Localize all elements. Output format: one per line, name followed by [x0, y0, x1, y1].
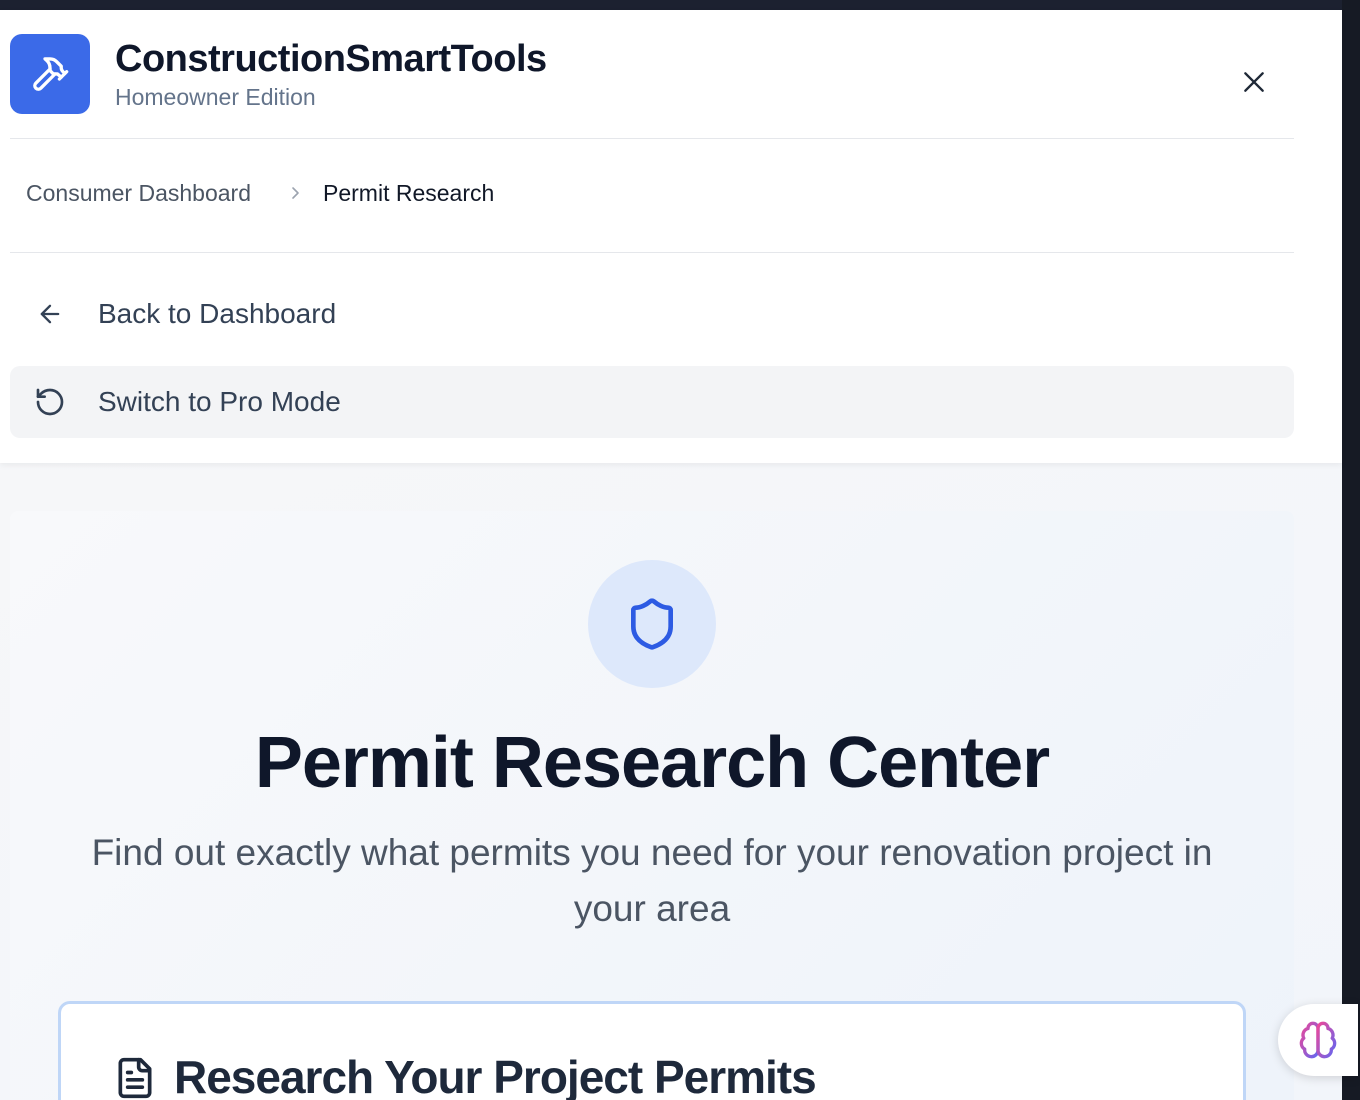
chevron-right-icon — [289, 185, 303, 201]
document-icon — [118, 1057, 152, 1099]
breadcrumb-current: Permit Research — [323, 179, 495, 206]
research-permits-card: Research Your Project Permits — [58, 1001, 1246, 1100]
app-subtitle: Homeowner Edition — [115, 84, 316, 110]
shield-icon — [631, 598, 673, 650]
brain-icon — [1299, 1021, 1337, 1059]
window-top-edge — [0, 0, 1360, 10]
close-button[interactable] — [1232, 60, 1276, 104]
page-subtitle: Find out exactly what permits you need f… — [91, 832, 1213, 929]
back-to-dashboard-button[interactable]: Back to Dashboard — [10, 278, 1294, 350]
shield-icon-badge — [588, 560, 716, 688]
switch-to-pro-mode-label: Switch to Pro Mode — [98, 386, 341, 417]
close-icon — [1244, 72, 1264, 92]
breadcrumb: Consumer Dashboard Permit Research — [26, 176, 494, 210]
page-title: Permit Research Center — [254, 723, 1050, 803]
ai-assistant-button[interactable] — [1278, 1004, 1358, 1076]
rotate-ccw-icon — [30, 382, 70, 422]
breadcrumb-divider — [10, 252, 1294, 253]
app-title: ConstructionSmartTools — [115, 38, 547, 80]
arrow-left-icon — [30, 294, 70, 334]
header-divider — [10, 138, 1294, 139]
hammer-icon — [10, 34, 90, 114]
window-right-edge — [1342, 0, 1360, 1100]
switch-to-pro-mode-button[interactable]: Switch to Pro Mode — [10, 366, 1294, 438]
breadcrumb-link-consumer-dashboard[interactable]: Consumer Dashboard — [26, 180, 251, 207]
card-title: Research Your Project Permits — [174, 1051, 817, 1100]
back-to-dashboard-label: Back to Dashboard — [98, 298, 337, 329]
mobile-menu-panel: ConstructionSmartTools Homeowner Edition… — [0, 10, 1342, 463]
main-content: Permit Research Center Find out exactly … — [0, 463, 1342, 1100]
brand: ConstructionSmartTools Homeowner Edition — [10, 34, 547, 114]
